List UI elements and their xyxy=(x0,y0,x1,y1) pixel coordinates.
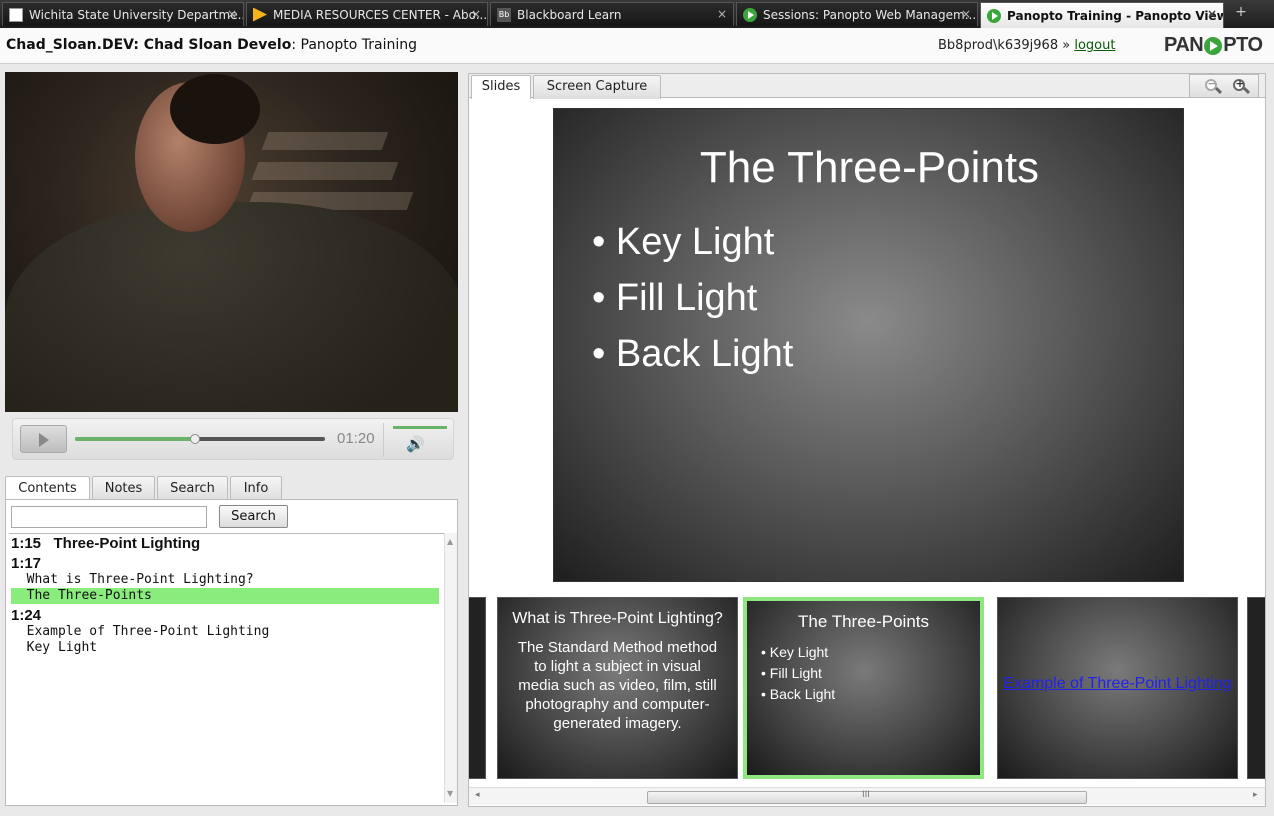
tab-contents[interactable]: Contents xyxy=(5,476,90,501)
username: Bb8prod\k639j968 » xyxy=(938,38,1071,53)
scroll-up-icon[interactable]: ▲ xyxy=(447,537,456,546)
current-slide: The Three-Points • Key Light • Fill Ligh… xyxy=(553,108,1184,582)
slide-thumbnail[interactable]: What is Three-Point Lighting? The Standa… xyxy=(497,597,738,779)
page-title: Chad_Sloan.DEV: Chad Sloan Develo: Panop… xyxy=(6,37,417,53)
tab-notes[interactable]: Notes xyxy=(92,476,155,500)
browser-tab-label: MEDIA RESOURCES CENTER - Abo... xyxy=(273,7,488,22)
table-of-contents: 1:15 Three-Point Lighting 1:17 What is Th… xyxy=(9,533,444,803)
close-icon[interactable]: × xyxy=(961,7,971,21)
browser-tab-label: Sessions: Panopto Web Managem... xyxy=(763,7,977,22)
toc-timestamp[interactable]: 1:24 xyxy=(11,608,439,624)
scroll-left-icon[interactable]: ◂ xyxy=(475,790,480,800)
presenter-image xyxy=(5,74,458,412)
tab-slides[interactable]: Slides xyxy=(471,75,531,99)
slide-thumbnail-partial[interactable] xyxy=(469,597,486,779)
seek-bar[interactable] xyxy=(75,434,325,444)
slide-thumbnail-selected[interactable]: The Three-Points • Key Light • Fill Ligh… xyxy=(743,597,984,779)
toc-timestamp[interactable]: 1:17 xyxy=(11,556,439,572)
zoom-in-sign: + xyxy=(1235,77,1245,90)
browser-tab-blackboard[interactable]: Bb Blackboard Learn × xyxy=(490,2,734,26)
slide-bullet: • Fill Light xyxy=(592,277,758,319)
slides-horizontal-scrollbar[interactable]: ◂ III ▸ xyxy=(469,787,1265,805)
slide-bullets: • Key Light • Fill Light • Back Light xyxy=(592,221,793,389)
player-controls: 01:20 🔊 xyxy=(12,418,454,460)
logo-text-left: PAN xyxy=(1164,34,1204,56)
logo-text-right: PTO xyxy=(1223,34,1263,56)
session-name: : Panopto Training xyxy=(291,37,417,53)
seek-progress xyxy=(75,437,195,441)
thumbnail-bullet: • Key Light xyxy=(761,644,829,660)
browser-tab-media-resources[interactable]: MEDIA RESOURCES CENTER - Abo... × xyxy=(246,2,488,26)
slide-thumbnail-partial[interactable] xyxy=(1247,597,1265,779)
panopto-icon xyxy=(743,7,757,22)
contents-panel: Search 1:15 Three-Point Lighting 1:17 Wha… xyxy=(5,499,458,806)
close-icon[interactable]: × xyxy=(1207,7,1217,21)
scroll-right-icon[interactable]: ▸ xyxy=(1253,790,1258,800)
browser-tab-strip: Wichita State University Departme... × M… xyxy=(0,0,1274,28)
slide-bullet: • Key Light xyxy=(592,221,775,263)
logout-link[interactable]: logout xyxy=(1074,38,1115,53)
document-icon xyxy=(9,7,23,22)
right-tab-bar: Slides Screen Capture − + xyxy=(469,74,1265,99)
contents-scrollbar[interactable]: ▲ ▼ xyxy=(444,533,457,803)
panopto-icon xyxy=(987,8,1001,23)
tab-search[interactable]: Search xyxy=(157,476,228,500)
thumbnail-link[interactable]: Example of Three-Point Lighting xyxy=(998,674,1237,693)
new-tab-button[interactable]: + xyxy=(1230,4,1252,24)
tab-info[interactable]: Info xyxy=(230,476,282,500)
close-icon[interactable]: × xyxy=(717,7,727,21)
zoom-in-icon[interactable]: + xyxy=(1232,77,1251,96)
thumbnail-body: The Standard Method method to light a su… xyxy=(517,639,718,732)
contents-search-input[interactable] xyxy=(11,506,207,528)
slide-thumbnail[interactable]: Example of Three-Point Lighting xyxy=(997,597,1238,779)
play-button[interactable] xyxy=(20,425,67,453)
panopto-logo: PAN PTO xyxy=(1164,34,1263,57)
browser-tab-label: Blackboard Learn xyxy=(517,7,622,22)
thumbnail-bullet: • Back Light xyxy=(761,686,836,702)
blackboard-icon: Bb xyxy=(497,7,511,22)
folder-name: Chad_Sloan.DEV: Chad Sloan Develo xyxy=(6,37,292,53)
close-icon[interactable]: × xyxy=(227,7,237,21)
thumbnail-bullets: • Key Light • Fill Light • Back Light xyxy=(761,642,980,705)
toc-item[interactable]: What is Three-Point Lighting? xyxy=(11,572,439,588)
slide-bullet: • Back Light xyxy=(592,333,794,375)
scroll-down-icon[interactable]: ▼ xyxy=(447,789,456,798)
divider xyxy=(383,423,384,457)
browser-tab-label: Panopto Training - Panopto View... xyxy=(1007,8,1224,23)
user-info: Bb8prod\k639j968 » logout xyxy=(938,38,1115,53)
current-time: 01:20 xyxy=(337,430,375,447)
volume-slider[interactable] xyxy=(393,426,447,429)
viewer-header: Chad_Sloan.DEV: Chad Sloan Develo: Panop… xyxy=(0,28,1274,64)
search-button[interactable]: Search xyxy=(219,505,288,528)
zoom-controls: − + xyxy=(1189,74,1259,98)
browser-tab-label: Wichita State University Departme... xyxy=(29,7,244,22)
toc-item[interactable]: Key Light xyxy=(11,640,439,656)
slide-title: The Three-Points xyxy=(699,143,1040,192)
zoom-out-sign: − xyxy=(1207,77,1217,90)
close-icon[interactable]: × xyxy=(471,7,481,21)
slide-thumbnail-strip: What is Three-Point Lighting? The Standa… xyxy=(469,596,1265,782)
toc-item[interactable]: The Three-Points xyxy=(11,588,439,604)
tab-screen-capture[interactable]: Screen Capture xyxy=(533,75,661,99)
browser-tab-panopto-training[interactable]: Panopto Training - Panopto View... × xyxy=(980,2,1224,28)
play-logo-icon xyxy=(1204,36,1223,55)
slides-panel: Slides Screen Capture − + The Three-Poin… xyxy=(468,73,1266,807)
zoom-out-icon[interactable]: − xyxy=(1204,77,1223,96)
browser-tab-wichita[interactable]: Wichita State University Departme... × xyxy=(2,2,244,26)
thumbnail-title: The Three-Points xyxy=(797,612,930,631)
toc-item[interactable]: Example of Three-Point Lighting xyxy=(11,624,439,640)
thumbnail-bullet: • Fill Light xyxy=(761,665,822,681)
scroll-thumb[interactable]: III xyxy=(647,790,1087,804)
grip-icon: III xyxy=(862,790,870,800)
toc-timestamp[interactable]: 1:15 Three-Point Lighting xyxy=(11,536,439,552)
speaker-icon[interactable]: 🔊 xyxy=(406,435,428,453)
thumbnail-title: What is Three-Point Lighting? xyxy=(512,610,723,627)
seek-handle[interactable] xyxy=(190,434,200,444)
browser-tab-sessions[interactable]: Sessions: Panopto Web Managem... × xyxy=(736,2,978,26)
mrc-icon xyxy=(253,7,267,22)
video-player[interactable] xyxy=(5,72,458,412)
